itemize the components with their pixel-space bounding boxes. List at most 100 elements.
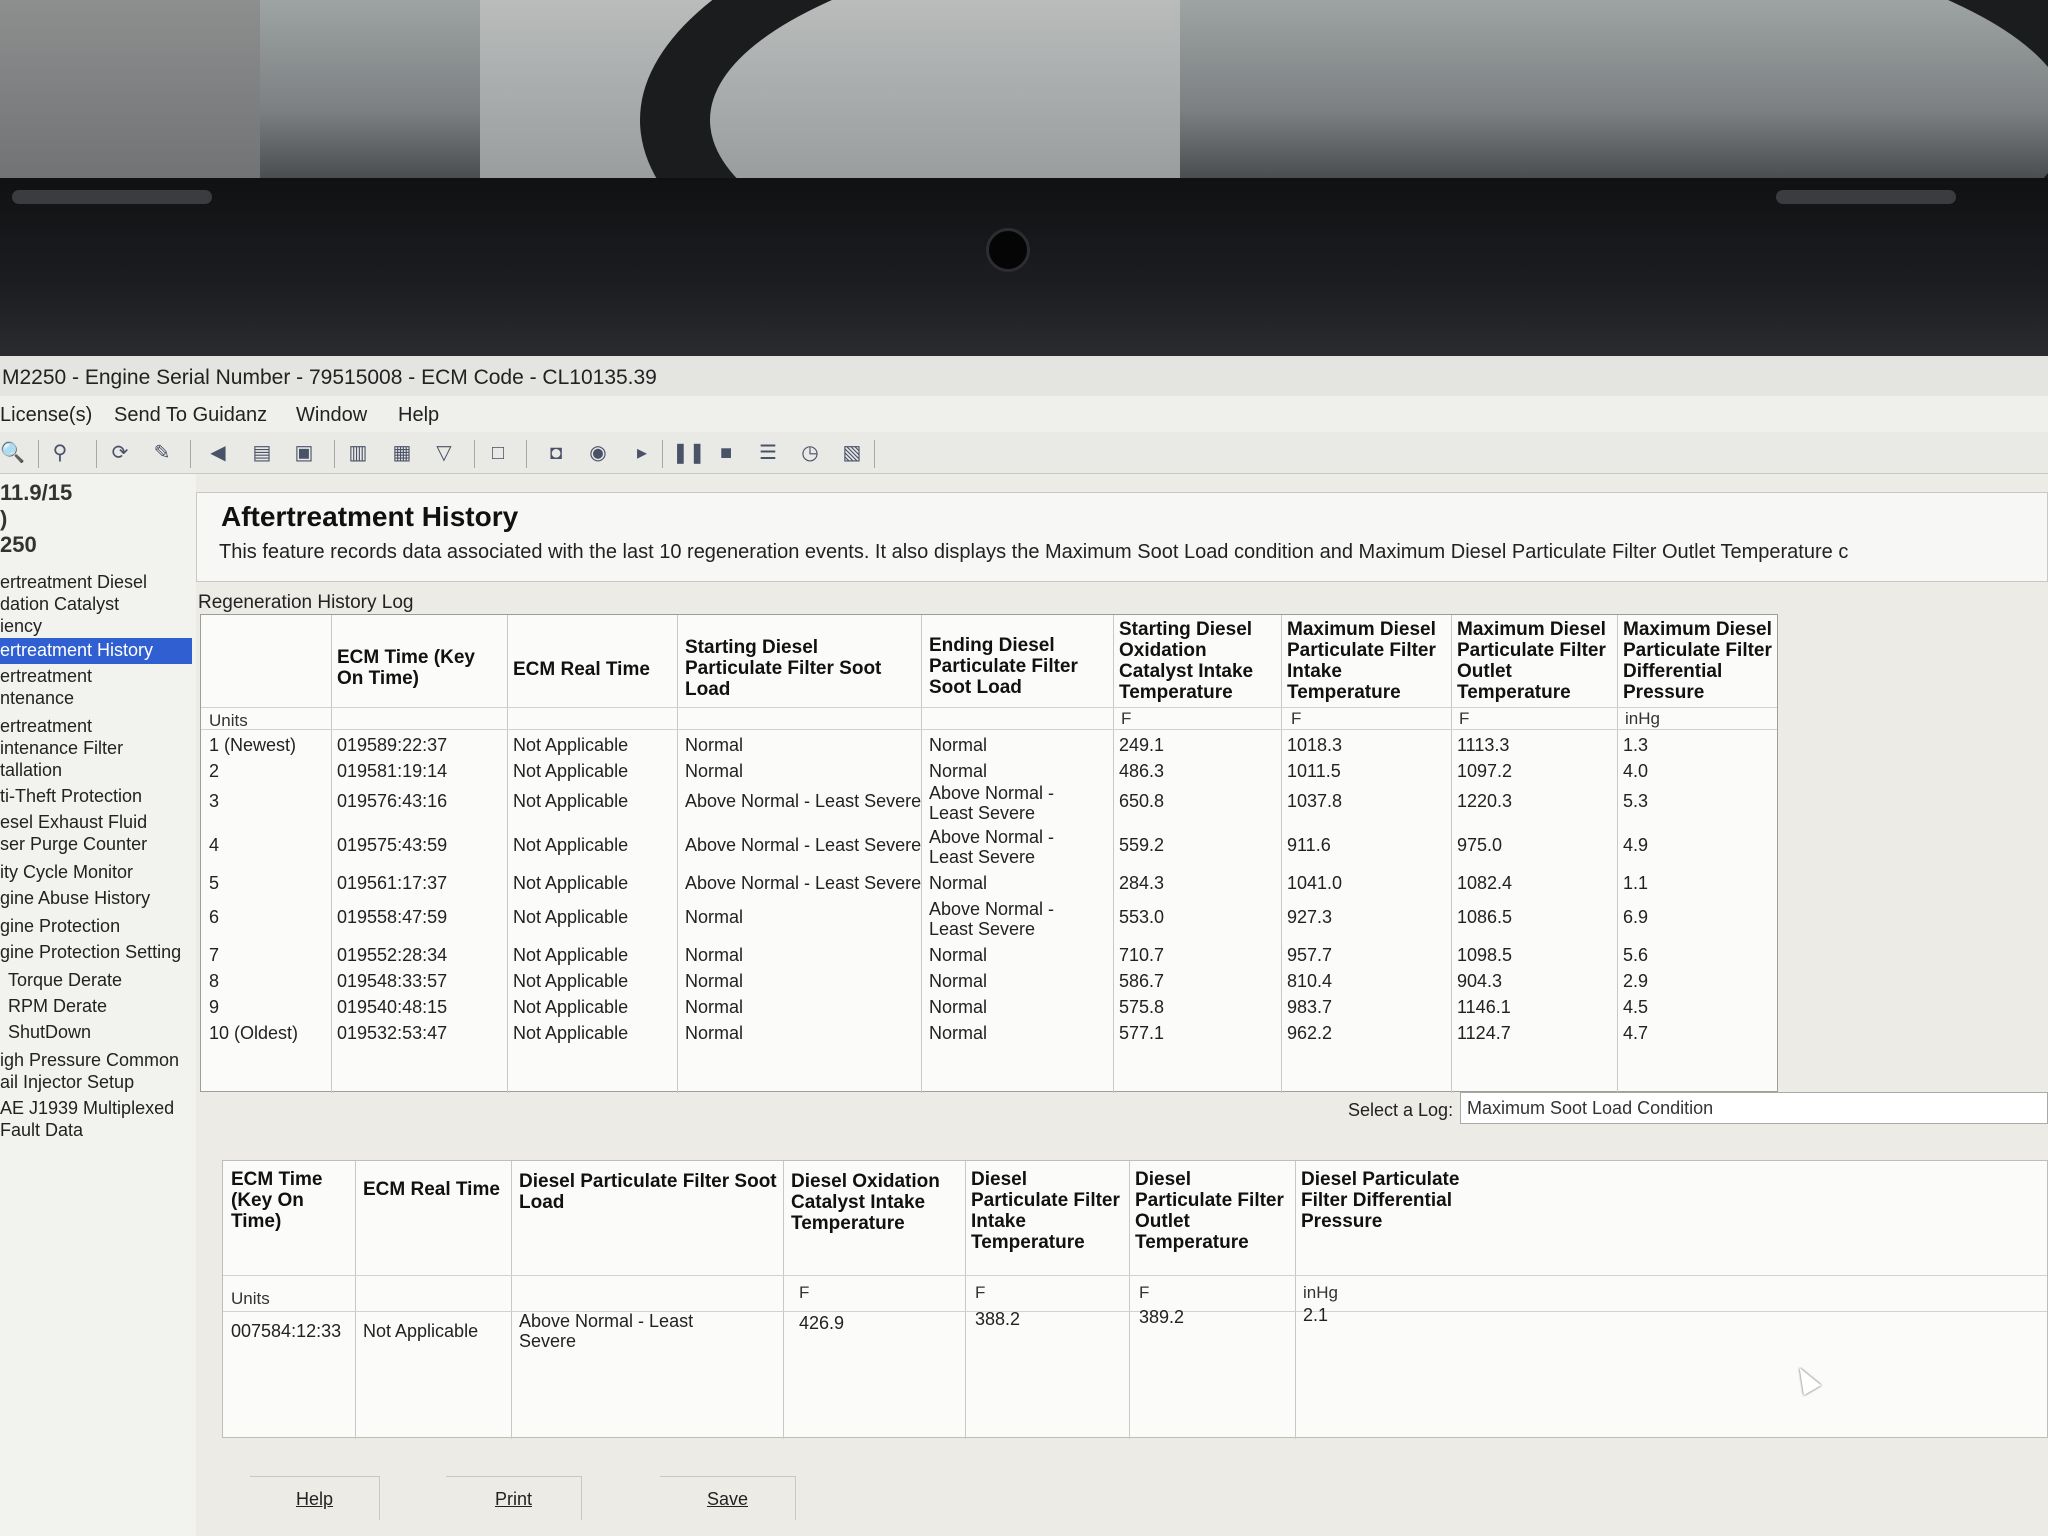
- detail-header-ecm-time[interactable]: ECM Time (Key On Time): [231, 1169, 355, 1232]
- sidebar-item-aftertreatment-history[interactable]: ertreatment History: [0, 638, 192, 664]
- wrench-icon[interactable]: ✎: [150, 441, 174, 465]
- sidebar-item-injector-setup[interactable]: igh Pressure Common: [0, 1050, 179, 1071]
- play-icon[interactable]: ▸: [630, 441, 654, 465]
- printer-icon[interactable]: ▣: [292, 441, 316, 465]
- log-detail-table: ECM Time (Key On Time) ECM Real Time Die…: [222, 1160, 2048, 1439]
- sidebar-item-maintenance[interactable]: ntenance: [0, 688, 74, 709]
- col-header-ecm-real-time[interactable]: ECM Real Time: [513, 659, 673, 680]
- filter-icon[interactable]: ▽: [432, 441, 456, 465]
- search-icon[interactable]: 🔍: [0, 441, 25, 465]
- column-divider: [1451, 615, 1452, 1093]
- sidebar-item-engine-protection[interactable]: gine Protection: [0, 916, 120, 937]
- horn-icon[interactable]: ◀: [206, 441, 230, 465]
- sidebar-item-filter-installation[interactable]: tallation: [0, 760, 62, 781]
- sidebar-item-doc[interactable]: iency: [0, 616, 42, 637]
- sidebar-item-injector-setup[interactable]: ail Injector Setup: [0, 1072, 134, 1093]
- sidebar-item-doc[interactable]: dation Catalyst: [0, 594, 119, 615]
- clock-icon[interactable]: ◷: [798, 441, 822, 465]
- detail-header-dpf-outlet-temp[interactable]: Diesel Particulate Filter Outlet Tempera…: [1135, 1169, 1293, 1253]
- record-icon[interactable]: ◉: [586, 441, 610, 465]
- detail-header-dpf-intake-temp[interactable]: Diesel Particulate Filter Intake Tempera…: [971, 1169, 1127, 1253]
- col-header-doc-intake-temp[interactable]: Starting Diesel Oxidation Catalyst Intak…: [1119, 619, 1277, 703]
- cell-doc-intake-temp: 710.7: [1119, 945, 1165, 965]
- sidebar-item-engine-abuse[interactable]: gine Abuse History: [0, 888, 150, 909]
- pause-icon[interactable]: ❚❚: [672, 441, 706, 465]
- detail-header-soot-load[interactable]: Diesel Particulate Filter Soot Load: [519, 1171, 779, 1213]
- help-button[interactable]: Help: [250, 1476, 380, 1520]
- sidebar-item-maintenance[interactable]: ertreatment: [0, 666, 92, 687]
- sidebar-item-anti-theft[interactable]: ti-Theft Protection: [0, 786, 142, 807]
- column-divider: [677, 615, 678, 1093]
- camera-icon[interactable]: ◘: [544, 441, 568, 465]
- menu-send-to-guidanz[interactable]: Send To Guidanz: [114, 404, 267, 427]
- units-label: Units: [231, 1289, 270, 1308]
- sidebar-item-j1939[interactable]: Fault Data: [0, 1120, 83, 1141]
- detail-header-dpf-diff-pressure[interactable]: Diesel Particulate Filter Differential P…: [1301, 1169, 1471, 1232]
- cell-row-label: 5: [209, 873, 220, 893]
- stop-icon[interactable]: ■: [714, 441, 738, 465]
- cell-dpf-outlet-temp: 1113.3: [1457, 735, 1510, 755]
- sidebar-item-def[interactable]: esel Exhaust Fluid: [0, 812, 147, 833]
- sidebar-item-filter-installation[interactable]: intenance Filter: [0, 738, 123, 759]
- cell-dpf-intake-temp: 957.7: [1287, 945, 1333, 965]
- cell-ending-soot-load: Normal: [929, 945, 988, 965]
- cell-ecm-time: 019581:19:14: [337, 761, 448, 781]
- col-header-ecm-time[interactable]: ECM Time (Key On Time): [337, 647, 503, 689]
- col-header-starting-soot-load[interactable]: Starting Diesel Particulate Filter Soot …: [685, 637, 915, 700]
- col-header-dpf-outlet-temp[interactable]: Maximum Diesel Particulate Filter Outlet…: [1457, 619, 1615, 703]
- col-header-ending-soot-load[interactable]: Ending Diesel Particulate Filter Soot Lo…: [929, 635, 1109, 698]
- detail-header-ecm-real-time[interactable]: ECM Real Time: [363, 1179, 509, 1200]
- cell-row-label: 10 (Oldest): [209, 1023, 299, 1043]
- cell-ecm-real-time: Not Applicable: [513, 761, 629, 781]
- documents-icon[interactable]: ▤: [250, 441, 274, 465]
- webcam: [986, 228, 1030, 272]
- sidebar-item-engine-protection-setting[interactable]: gine Protection Setting: [0, 942, 181, 963]
- cell-dpf-intake-temp: 911.6: [1287, 835, 1331, 855]
- sidebar-item-duty-cycle[interactable]: ity Cycle Monitor: [0, 862, 133, 883]
- cell-ecm-real-time: Not Applicable: [513, 971, 629, 991]
- page-icon[interactable]: ▥: [346, 441, 370, 465]
- print-button[interactable]: Print: [446, 1476, 582, 1520]
- cell-starting-soot-load: Normal: [685, 761, 744, 781]
- feature-header-panel: Aftertreatment History This feature reco…: [196, 492, 2048, 582]
- cell-ecm-time: 019548:33:57: [337, 971, 448, 991]
- sidebar-item-torque-derate[interactable]: Torque Derate: [0, 970, 122, 991]
- column-divider: [1113, 615, 1114, 1093]
- cell-ecm-real-time: Not Applicable: [513, 1023, 629, 1043]
- save-button[interactable]: Save: [660, 1476, 796, 1520]
- cell-dpf-intake-temp: 983.7: [1287, 997, 1333, 1017]
- cell-row-label: 3: [209, 791, 220, 811]
- refresh-icon[interactable]: ⟳: [108, 441, 132, 465]
- list-icon[interactable]: ☰: [756, 441, 780, 465]
- cell-dpf-outlet-temp: 1082.4: [1457, 873, 1513, 893]
- binoculars-icon[interactable]: ⚲: [48, 441, 72, 465]
- sidebar-item-filter-installation[interactable]: ertreatment: [0, 716, 92, 737]
- cell-dpf-intake-temp: 1041.0: [1287, 873, 1343, 893]
- cell-starting-soot-load: Normal: [685, 997, 744, 1017]
- detail-cell-dpf-intake-temp: 388.2: [975, 1309, 1021, 1329]
- cell-ecm-real-time: Not Applicable: [513, 945, 629, 965]
- sidebar-item-def[interactable]: ser Purge Counter: [0, 834, 147, 855]
- sidebar-item-doc[interactable]: ertreatment Diesel: [0, 572, 147, 593]
- cell-dpf-diff-pressure: 4.7: [1623, 1023, 1649, 1043]
- header-divider: [201, 707, 1777, 708]
- menu-licenses[interactable]: License(s): [0, 404, 92, 427]
- sidebar-item-rpm-derate[interactable]: RPM Derate: [0, 996, 107, 1017]
- menu-window[interactable]: Window: [296, 404, 367, 427]
- sidebar-item-shutdown[interactable]: ShutDown: [0, 1022, 91, 1043]
- frame-icon[interactable]: □: [486, 441, 510, 465]
- laptop-screen: M2250 - Engine Serial Number - 79515008 …: [0, 356, 2048, 1536]
- report-icon[interactable]: ▧: [840, 441, 864, 465]
- page-alt-icon[interactable]: ▦: [390, 441, 414, 465]
- detail-cell-ecm-real-time: Not Applicable: [363, 1321, 479, 1341]
- cell-dpf-diff-pressure: 4.9: [1623, 835, 1649, 855]
- select-log-dropdown[interactable]: Maximum Soot Load Condition: [1460, 1092, 2048, 1124]
- cell-ecm-real-time: Not Applicable: [513, 997, 629, 1017]
- cell-dpf-diff-pressure: 5.6: [1623, 945, 1649, 965]
- col-header-dpf-diff-pressure[interactable]: Maximum Diesel Particulate Filter Differ…: [1623, 619, 1779, 703]
- units-divider: [201, 729, 1777, 730]
- sidebar-item-j1939[interactable]: AE J1939 Multiplexed: [0, 1098, 174, 1119]
- menu-help[interactable]: Help: [398, 404, 439, 427]
- col-header-dpf-intake-temp[interactable]: Maximum Diesel Particulate Filter Intake…: [1287, 619, 1447, 703]
- detail-header-doc-intake-temp[interactable]: Diesel Oxidation Catalyst Intake Tempera…: [791, 1171, 963, 1234]
